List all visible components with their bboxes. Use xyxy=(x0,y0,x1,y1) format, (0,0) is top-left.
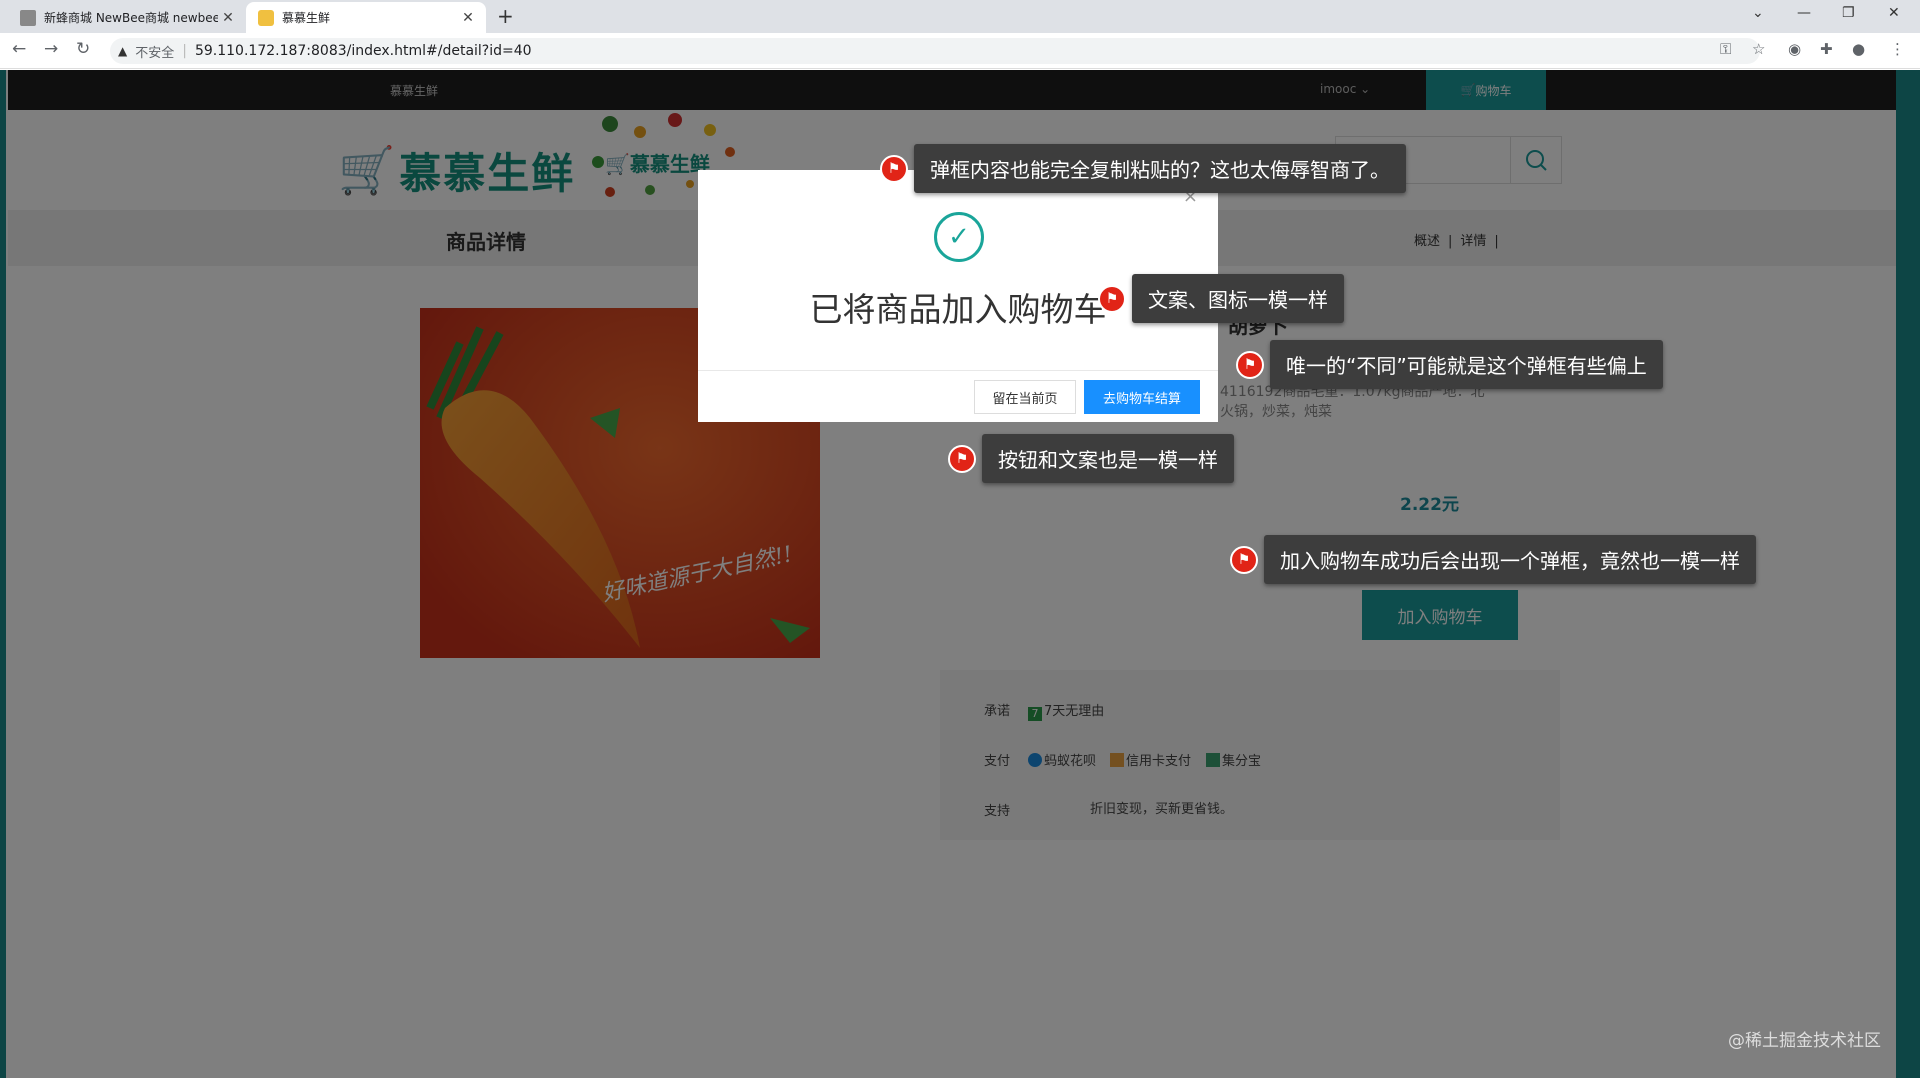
warning-icon: ▲ xyxy=(118,44,128,58)
new-tab-icon[interactable]: + xyxy=(497,4,514,28)
checkout-button[interactable]: 去购物车结算 xyxy=(1084,380,1200,414)
profile-icon[interactable]: ● xyxy=(1852,40,1865,58)
flag-pin-icon: ⚑ xyxy=(948,444,976,473)
reload-icon[interactable]: ↻ xyxy=(76,39,90,59)
browser-tab-mumu[interactable]: 慕慕生鲜 ✕ xyxy=(246,2,486,33)
watermark: @稀土掘金技术社区 xyxy=(1728,1031,1881,1051)
tab-title: 新蜂商城 NewBee商城 newbee xyxy=(44,11,218,25)
flag-pin-icon: ⚑ xyxy=(880,154,908,183)
forward-icon[interactable]: → xyxy=(44,39,58,59)
annotation-note: ⚑ 按钮和文案也是一模一样 xyxy=(948,434,1234,483)
menu-icon[interactable]: ⋮ xyxy=(1890,40,1905,58)
tab-search-icon[interactable]: ⌄ xyxy=(1752,5,1764,21)
key-icon[interactable]: ⚿ xyxy=(1720,40,1731,58)
flag-pin-icon: ⚑ xyxy=(1098,284,1126,313)
restore-icon[interactable]: ❐ xyxy=(1842,5,1855,21)
annotation-note: ⚑ 加入购物车成功后会出现一个弹框，竟然也一模一样 xyxy=(1230,535,1756,584)
annotation-note: ⚑ 唯一的“不同”可能就是这个弹框有些偏上 xyxy=(1236,340,1663,389)
back-icon[interactable]: ← xyxy=(12,39,26,59)
star-icon[interactable]: ☆ xyxy=(1752,40,1765,58)
stay-button[interactable]: 留在当前页 xyxy=(974,380,1076,414)
extension-icon[interactable]: ◉ xyxy=(1788,40,1801,58)
tab-favicon-icon xyxy=(258,9,274,26)
flag-pin-icon: ⚑ xyxy=(1230,545,1258,574)
url-text[interactable]: 59.110.172.187:8083/index.html#/detail?i… xyxy=(195,43,532,59)
omnibox-divider: | xyxy=(182,43,187,59)
annotation-text: 弹框内容也能完全复制粘贴的？这也太侮辱智商了。 xyxy=(914,144,1406,193)
minimize-icon[interactable]: — xyxy=(1797,5,1811,21)
dialog-divider xyxy=(698,370,1218,371)
tab-title: 慕慕生鲜 xyxy=(282,11,331,25)
check-circle-icon: ✓ xyxy=(934,212,984,262)
security-label: 不安全 xyxy=(135,45,175,61)
flag-pin-icon: ⚑ xyxy=(1236,350,1264,379)
annotation-text: 文案、图标一模一样 xyxy=(1132,274,1344,323)
annotation-text: 加入购物车成功后会出现一个弹框，竟然也一模一样 xyxy=(1264,535,1756,584)
tab-close-icon[interactable]: ✕ xyxy=(218,10,238,26)
tab-favicon-icon xyxy=(20,9,36,26)
annotation-note: ⚑ 文案、图标一模一样 xyxy=(1098,274,1344,323)
browser-tab-newbee[interactable]: 新蜂商城 NewBee商城 newbee ✕ xyxy=(8,2,246,33)
omnibox[interactable]: ▲ 不安全 | 59.110.172.187:8083/index.html#/… xyxy=(110,38,1760,64)
tab-close-icon[interactable]: ✕ xyxy=(458,10,478,26)
annotation-text: 唯一的“不同”可能就是这个弹框有些偏上 xyxy=(1270,340,1663,389)
annotation-note: ⚑ 弹框内容也能完全复制粘贴的？这也太侮辱智商了。 xyxy=(880,144,1406,193)
puzzle-icon[interactable]: ✚ xyxy=(1820,40,1833,58)
close-window-icon[interactable]: ✕ xyxy=(1888,5,1900,21)
annotation-text: 按钮和文案也是一模一样 xyxy=(982,434,1234,483)
